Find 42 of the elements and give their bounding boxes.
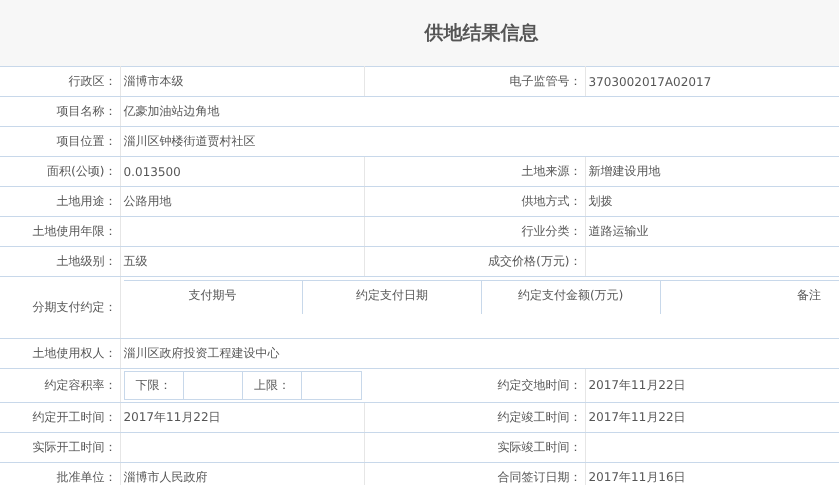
field-label: 上限： bbox=[242, 372, 302, 400]
page-title: 供地结果信息 bbox=[424, 21, 538, 46]
field-value: 3703002017A02017 bbox=[585, 66, 839, 96]
field-label: 实际竣工时间： bbox=[364, 432, 585, 462]
field-value: 划拨 bbox=[585, 186, 839, 216]
field-value: 淄川区政府投资工程建设中心 bbox=[120, 338, 839, 368]
field-value: 道路运输业 bbox=[585, 216, 839, 246]
column-header: 约定支付日期 bbox=[302, 280, 482, 314]
field-value: 五级 bbox=[120, 246, 364, 276]
field-value: 0.013500 bbox=[120, 156, 364, 186]
field-value: 2017年11月22日 bbox=[585, 368, 839, 402]
field-label: 土地来源： bbox=[364, 156, 585, 186]
column-header: 支付期号 bbox=[124, 280, 302, 314]
field-label: 土地级别： bbox=[0, 246, 120, 276]
field-label: 行业分类： bbox=[364, 216, 585, 246]
field-label: 土地使用权人： bbox=[0, 338, 120, 368]
field-label: 土地用途： bbox=[0, 186, 120, 216]
column-header: 备注 bbox=[660, 280, 839, 314]
field-label: 约定竣工时间： bbox=[364, 402, 585, 432]
field-value: 公路用地 bbox=[120, 186, 364, 216]
field-label: 电子监管号： bbox=[364, 66, 585, 96]
field-value: 2017年11月22日 bbox=[120, 402, 364, 432]
field-value: 淄博市本级 bbox=[120, 66, 364, 96]
field-label: 供地方式： bbox=[364, 186, 585, 216]
field-label: 行政区： bbox=[0, 66, 120, 96]
field-label: 面积(公顷)： bbox=[0, 156, 120, 186]
field-label: 项目名称： bbox=[0, 96, 120, 126]
field-value: 新增建设用地 bbox=[585, 156, 839, 186]
field-label: 分期支付约定： bbox=[0, 276, 120, 338]
column-header: 约定支付金额(万元) bbox=[481, 280, 660, 314]
field-label: 项目位置： bbox=[0, 126, 120, 156]
field-label: 约定开工时间： bbox=[0, 402, 120, 432]
field-label: 实际开工时间： bbox=[0, 432, 120, 462]
field-label: 下限： bbox=[124, 372, 183, 400]
field-label: 约定容积率： bbox=[0, 368, 120, 402]
field-value: 2017年11月22日 bbox=[585, 402, 839, 432]
field-label: 土地使用年限： bbox=[0, 216, 120, 246]
field-value: 淄川区钟楼街道贾村社区 bbox=[120, 126, 839, 156]
field-label: 成交价格(万元)： bbox=[364, 246, 585, 276]
field-label: 约定交地时间： bbox=[364, 368, 585, 402]
field-value: 2017年11月16日 bbox=[585, 462, 839, 485]
field-value: 亿豪加油站边角地 bbox=[120, 96, 839, 126]
